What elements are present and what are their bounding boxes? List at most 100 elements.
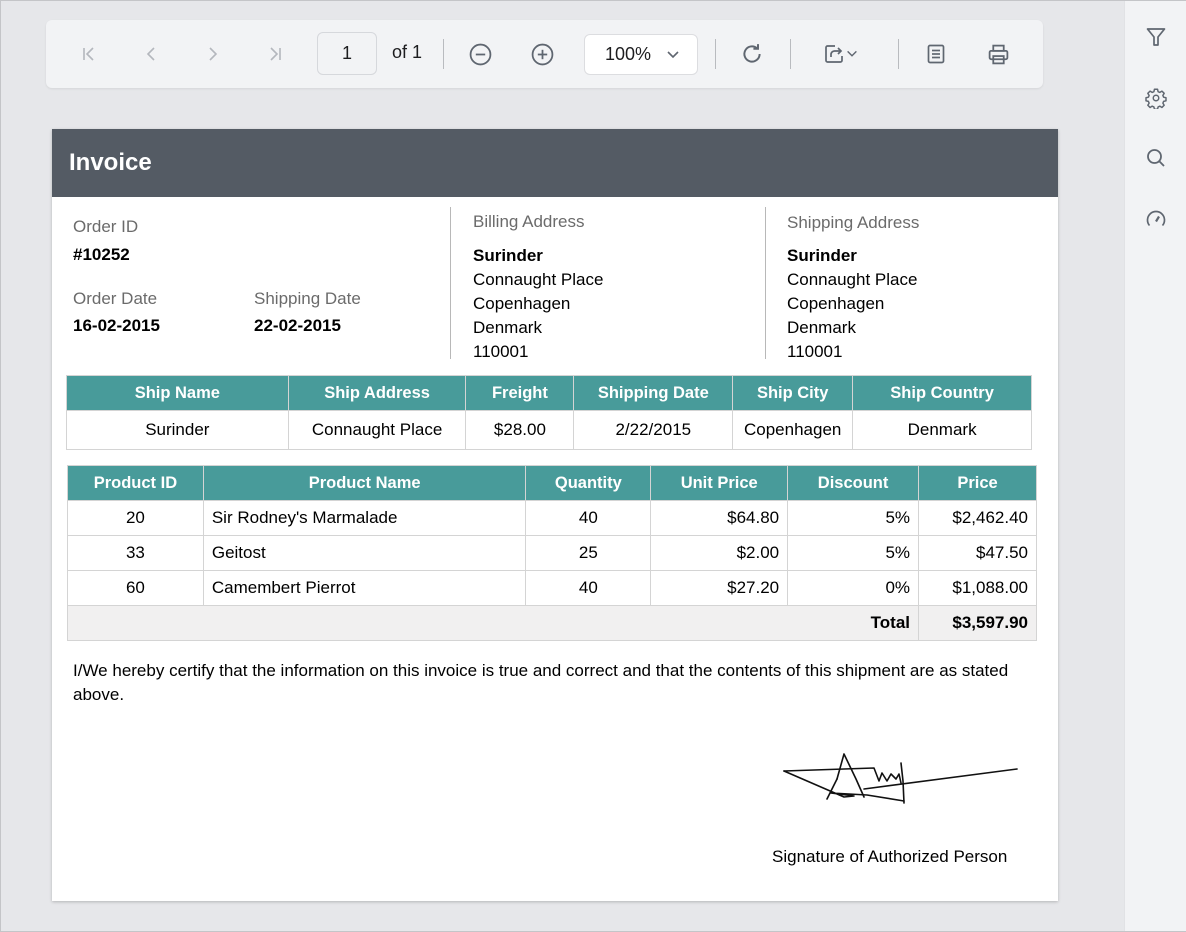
billing-postal: 110001 (473, 342, 529, 361)
order-date-value: 16-02-2015 (73, 316, 160, 335)
shipping-postal: 110001 (787, 342, 843, 361)
discount-cell: 0% (787, 570, 920, 606)
billing-street: Connaught Place (473, 270, 604, 289)
print-button[interactable] (982, 38, 1014, 70)
order-id-value: #10252 (73, 245, 130, 264)
last-page-icon (270, 47, 281, 61)
search-button[interactable] (1142, 144, 1170, 172)
column-header: Shipping Date (573, 375, 734, 411)
previous-page-icon (146, 47, 155, 61)
products-table: Product ID Product Name Quantity Unit Pr… (66, 465, 1037, 641)
column-header: Price (918, 465, 1037, 501)
refresh-icon (743, 44, 761, 63)
toolbar-divider (790, 39, 791, 69)
side-panel (1124, 1, 1186, 931)
shipping-address: Surinder Connaught Place Copenhagen Denm… (787, 244, 917, 364)
chevron-down-icon (847, 50, 857, 57)
next-page-icon (209, 47, 218, 61)
settings-icon (1145, 88, 1167, 109)
certification-text: I/We hereby certify that the information… (73, 661, 1009, 704)
chevron-down-icon (667, 51, 679, 59)
next-page-button[interactable] (197, 38, 229, 70)
toolbar-divider (443, 39, 444, 69)
toolbar-divider (715, 39, 716, 69)
last-page-button[interactable] (259, 38, 291, 70)
billing-name: Surinder (473, 246, 543, 265)
discount-cell: 5% (787, 535, 920, 571)
performance-icon (1146, 210, 1166, 227)
column-header: Unit Price (650, 465, 789, 501)
unit-price-cell: $64.80 (650, 500, 789, 536)
column-header: Ship Country (852, 375, 1032, 411)
zoom-in-icon (531, 43, 553, 65)
table-row: 20 Sir Rodney's Marmalade 40 $64.80 5% $… (67, 500, 1037, 536)
previous-page-button[interactable] (135, 38, 167, 70)
product-id-cell: 33 (67, 535, 204, 571)
zoom-in-button[interactable] (526, 38, 558, 70)
billing-country: Denmark (473, 318, 542, 337)
invoice-title: Invoice (52, 129, 1058, 197)
ship-city-cell: Copenhagen (732, 410, 854, 450)
ship-country-cell: Denmark (852, 410, 1032, 450)
unit-price-cell: $27.20 (650, 570, 789, 606)
ship-name-cell: Surinder (66, 410, 289, 450)
first-page-button[interactable] (73, 38, 105, 70)
divider (450, 207, 451, 359)
signature-image (783, 753, 1018, 804)
discount-cell: 5% (787, 500, 920, 536)
billing-address-label: Billing Address (473, 212, 585, 231)
divider (765, 207, 766, 359)
quantity-cell: 25 (525, 535, 652, 571)
parameters-button[interactable] (920, 38, 952, 70)
product-name-cell: Sir Rodney's Marmalade (202, 500, 527, 536)
shipping-city: Copenhagen (787, 294, 885, 313)
document-icon (927, 44, 945, 64)
export-button[interactable] (816, 38, 866, 70)
table-row: 33 Geitost 25 $2.00 5% $47.50 (67, 535, 1037, 571)
shipping-date-label: Shipping Date (254, 289, 361, 308)
settings-button[interactable] (1142, 84, 1170, 112)
freight-cell: $28.00 (465, 410, 575, 450)
total-row: Total $3,597.90 (66, 605, 1037, 641)
export-icon (825, 45, 843, 63)
filter-button[interactable] (1142, 23, 1170, 51)
zoom-out-button[interactable] (464, 38, 496, 70)
product-name-cell: Geitost (202, 535, 527, 571)
refresh-button[interactable] (736, 38, 768, 70)
print-icon (988, 44, 1008, 64)
column-header: Freight (465, 375, 575, 411)
product-name-cell: Camembert Pierrot (202, 570, 527, 606)
shipping-date-value: 22-02-2015 (254, 316, 341, 335)
table-header-row: Product ID Product Name Quantity Unit Pr… (67, 465, 1037, 501)
order-id-label: Order ID (73, 217, 139, 236)
product-id-cell: 60 (67, 570, 204, 606)
zoom-level-dropdown[interactable]: 100% (584, 34, 698, 75)
column-header: Discount (787, 465, 920, 501)
column-header: Ship Name (66, 375, 289, 411)
shipment-table: Ship Name Ship Address Freight Shipping … (66, 375, 1032, 450)
table-header-row: Ship Name Ship Address Freight Shipping … (66, 375, 1032, 411)
order-date-label: Order Date (73, 289, 158, 308)
price-cell: $1,088.00 (918, 570, 1037, 606)
filter-icon (1146, 28, 1166, 46)
search-icon (1147, 149, 1165, 167)
first-page-icon (83, 47, 94, 61)
total-label: Total (66, 605, 920, 641)
column-header: Quantity (525, 465, 652, 501)
page-count-label: of 1 (392, 42, 423, 62)
current-page-input[interactable]: 1 (317, 32, 377, 75)
shipping-date-cell: 2/22/2015 (573, 410, 734, 450)
product-id-cell: 20 (67, 500, 204, 536)
zoom-out-icon (469, 43, 491, 65)
column-header: Ship City (732, 375, 854, 411)
toolbar-divider (898, 39, 899, 69)
zoom-level-value: 100% (605, 44, 652, 64)
price-cell: $2,462.40 (918, 500, 1037, 536)
shipping-country: Denmark (787, 318, 856, 337)
billing-address: Surinder Connaught Place Copenhagen Denm… (473, 244, 603, 364)
table-row: Surinder Connaught Place $28.00 2/22/201… (66, 410, 1032, 450)
performance-button[interactable] (1142, 205, 1170, 233)
unit-price-cell: $2.00 (650, 535, 789, 571)
shipping-street: Connaught Place (787, 270, 918, 289)
signature-label: Signature of Authorized Person (772, 847, 1008, 866)
